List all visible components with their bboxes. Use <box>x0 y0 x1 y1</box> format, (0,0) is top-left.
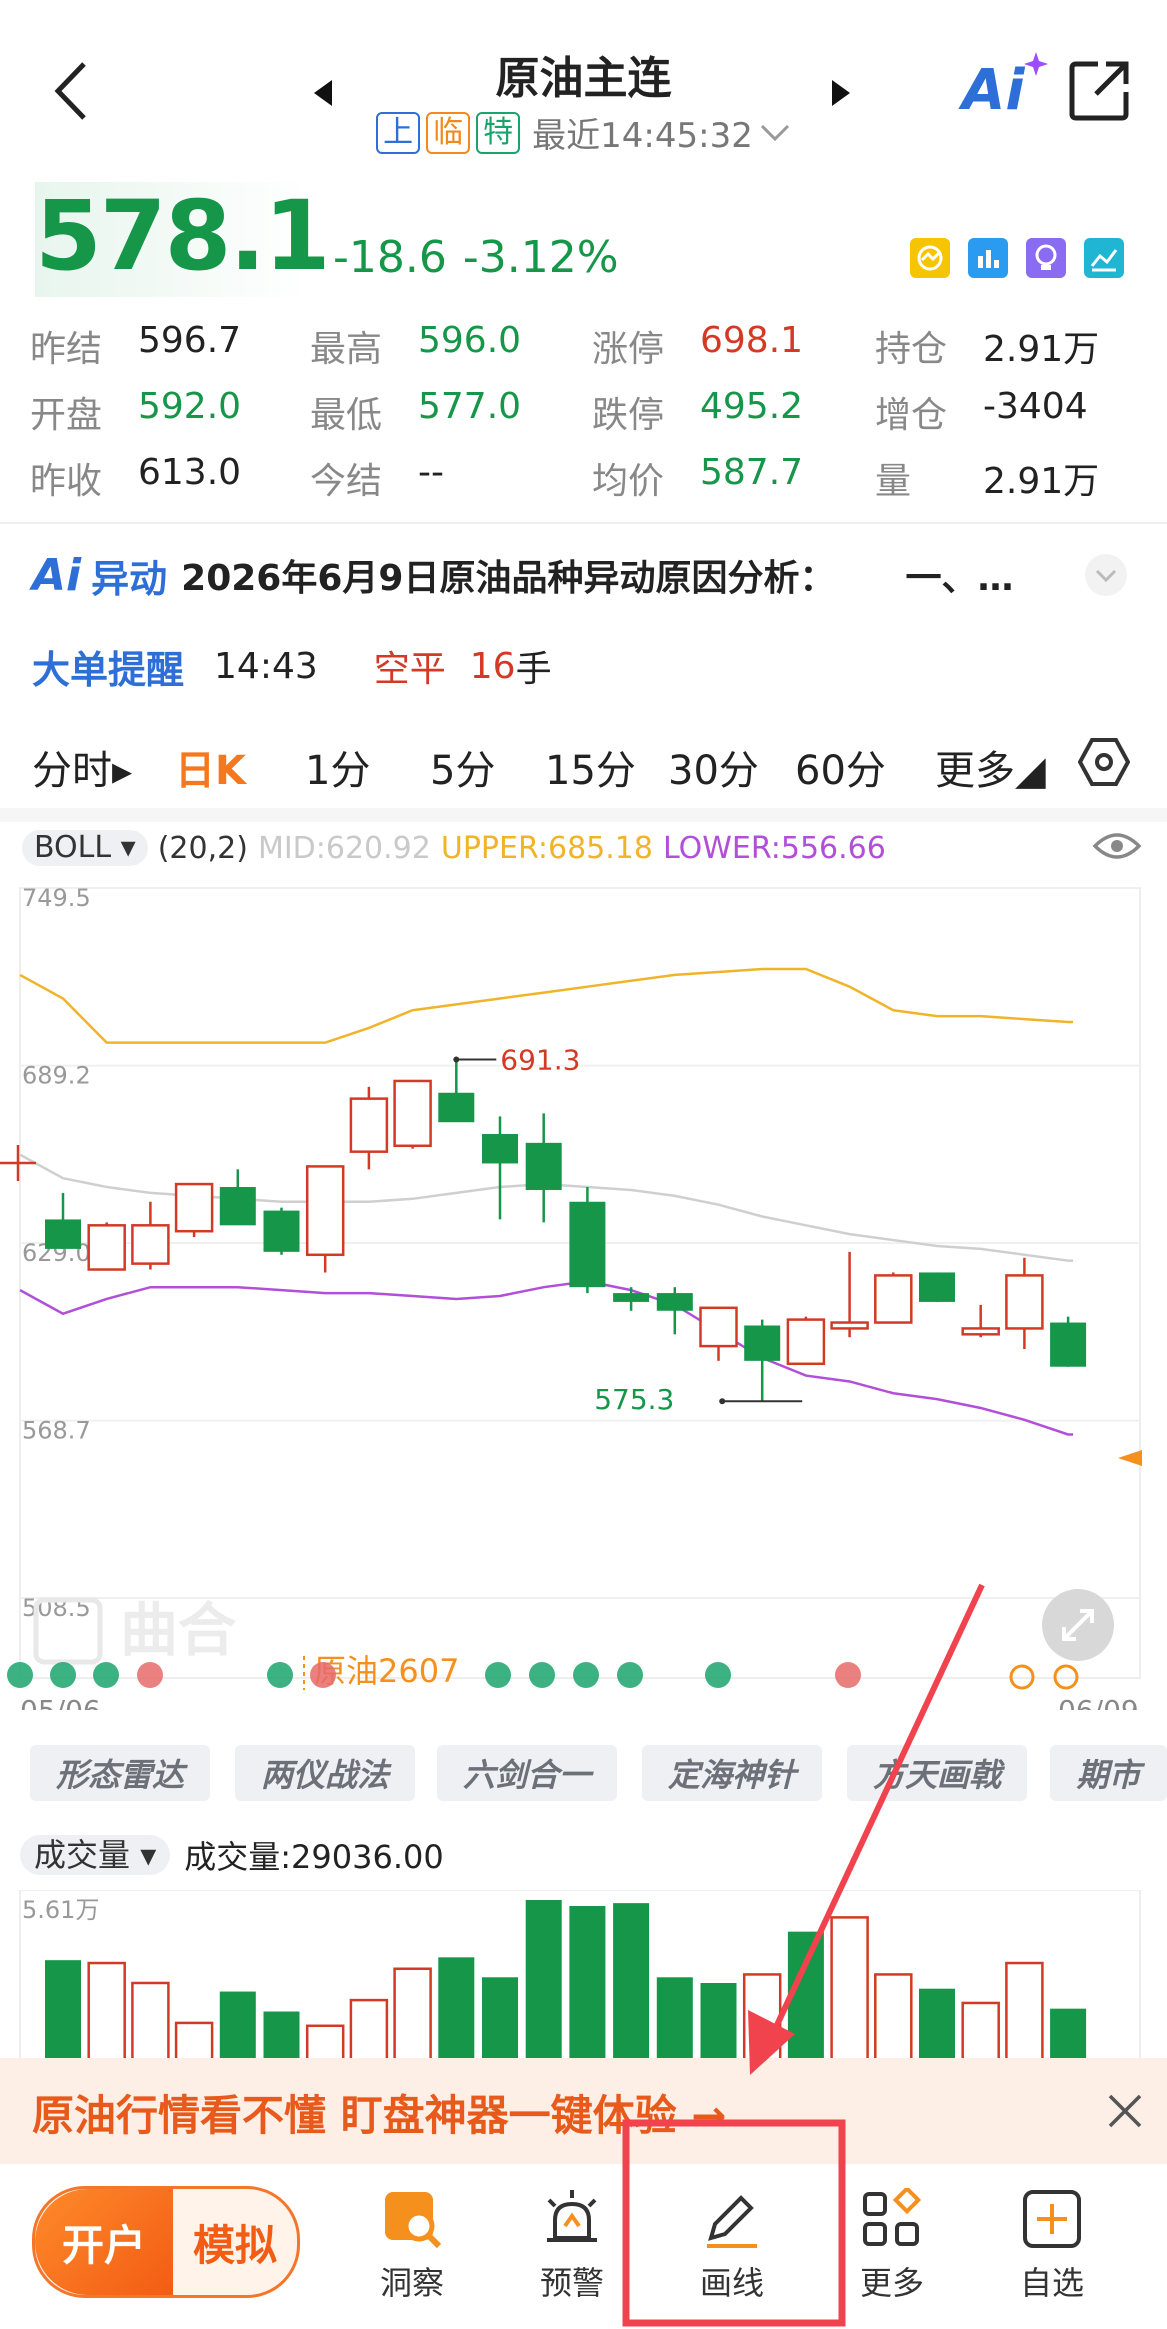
add-watchlist-icon <box>1023 2190 1081 2248</box>
volume-max-label: 5.61万 <box>22 1896 99 1924</box>
volume-bar <box>174 2021 214 2060</box>
strategy-chip[interactable]: 六剑合一 <box>437 1745 617 1801</box>
volume-bar <box>349 1998 389 2060</box>
volume-bar <box>919 1988 955 2060</box>
nav-more-label: 更多 <box>859 2264 924 2302</box>
volume-selector[interactable]: 成交量 ▾ <box>20 1835 171 1875</box>
strategy-chip[interactable]: 期市 <box>1050 1745 1167 1801</box>
nav-watchlist-label: 自选 <box>1019 2264 1084 2302</box>
volume-legend: 成交量 ▾ 成交量:29036.00 <box>20 1832 444 1878</box>
volume-bar <box>961 2001 1000 2060</box>
close-icon[interactable] <box>1106 2092 1144 2130</box>
account-toggle: 开户 模拟 <box>32 2186 300 2298</box>
volume-bar <box>569 1905 606 2060</box>
volume-bar <box>525 1900 562 2060</box>
volume-value: 成交量:29036.00 <box>184 1838 444 1876</box>
promo-banner[interactable]: 原油行情看不懂 盯盘神器一键体验 → <box>0 2058 1167 2164</box>
banner-text: 原油行情看不懂 盯盘神器一键体验 → <box>32 2091 727 2140</box>
nav-watchlist[interactable]: 自选 <box>992 2188 1112 2304</box>
volume-bar <box>742 1973 782 2060</box>
alarm-icon <box>547 2190 597 2242</box>
volume-bar <box>1005 1961 1044 2060</box>
open-account-button[interactable]: 开户 <box>35 2189 173 2295</box>
volume-bar <box>656 1977 693 2060</box>
nav-more[interactable]: 更多 <box>832 2188 952 2304</box>
volume-bar <box>438 1957 475 2060</box>
volume-bar <box>219 1991 256 2060</box>
strategy-chip[interactable]: 两仪战法 <box>235 1745 415 1801</box>
nav-draw-line-label: 画线 <box>699 2264 764 2302</box>
strategy-chip[interactable]: 方天画戟 <box>847 1745 1027 1801</box>
volume-bar <box>874 1973 913 2060</box>
volume-bar <box>613 1903 650 2060</box>
nav-insight[interactable]: 洞察 <box>352 2188 472 2304</box>
volume-label: 成交量 <box>34 1836 131 1874</box>
strategy-chips: 形态雷达 两仪战法 六剑合一 定海神针 方天画戟 期市 <box>0 0 1167 1810</box>
nav-insight-label: 洞察 <box>379 2264 444 2302</box>
insight-icon <box>385 2192 442 2249</box>
simulate-button[interactable]: 模拟 <box>173 2189 297 2295</box>
volume-chart[interactable]: 5.61万 <box>0 1890 1167 2060</box>
volume-bar <box>305 2024 345 2060</box>
strategy-chip[interactable]: 定海神针 <box>642 1745 822 1801</box>
nav-draw-line[interactable]: 画线 <box>672 2188 792 2304</box>
grid-icon <box>863 2188 922 2246</box>
volume-bar <box>131 1981 170 2060</box>
volume-bar <box>830 1916 869 2060</box>
volume-bar <box>45 1960 81 2060</box>
volume-bar <box>87 1961 126 2060</box>
volume-bar <box>393 1967 432 2060</box>
volume-bar <box>787 1931 824 2060</box>
pencil-icon <box>707 2195 757 2248</box>
volume-bar <box>482 1977 518 2060</box>
strategy-chip[interactable]: 形态雷达 <box>30 1745 210 1801</box>
nav-alarm[interactable]: 预警 <box>512 2188 632 2304</box>
volume-bar <box>1050 2008 1087 2060</box>
volume-bar <box>263 2011 300 2060</box>
volume-bar <box>700 1982 737 2060</box>
nav-alarm-label: 预警 <box>539 2264 604 2302</box>
